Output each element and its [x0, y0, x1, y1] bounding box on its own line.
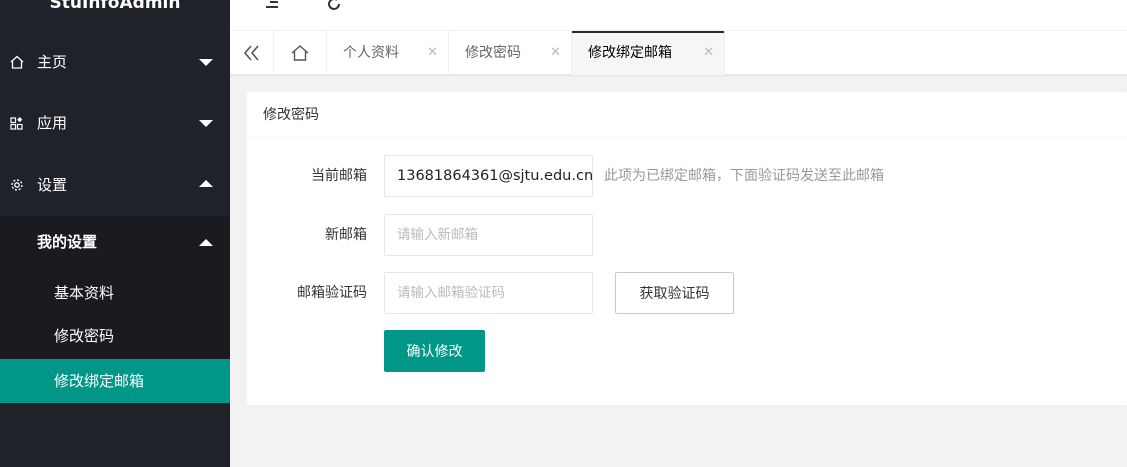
top-header	[230, 0, 1127, 31]
sidebar-item-change-password[interactable]: 修改密码	[0, 314, 230, 358]
sidebar-item-label: 主页	[37, 53, 68, 71]
close-icon[interactable]: ✕	[550, 31, 561, 75]
sidebar-item-label: 修改绑定邮箱	[54, 372, 145, 390]
sidebar-item-apps[interactable]: 应用	[0, 99, 230, 147]
current-email-field[interactable]	[384, 155, 593, 197]
tab-label: 修改绑定邮箱	[588, 45, 672, 61]
sidebar-item-label: 基本资料	[54, 284, 115, 302]
chevron-down-icon	[199, 120, 213, 127]
refresh-icon[interactable]	[322, 0, 346, 16]
form-card: 修改密码 当前邮箱 此项为已绑定邮箱，下面验证码发送至此邮箱 新邮箱 邮箱验证码…	[247, 92, 1127, 405]
sidebar-item-basic-info[interactable]: 基本资料	[0, 271, 230, 315]
card-title: 修改密码	[247, 92, 1127, 138]
menu-toggle-icon[interactable]	[260, 0, 284, 16]
sidebar-item-label: 应用	[37, 114, 68, 132]
sidebar-item-change-email[interactable]: 修改绑定邮箱	[0, 359, 230, 403]
sidebar-group-my-settings[interactable]: 我的设置	[0, 216, 230, 268]
gear-icon	[11, 179, 23, 191]
home-icon	[291, 45, 309, 61]
verification-code-field[interactable]	[384, 272, 593, 314]
apps-icon	[10, 117, 23, 130]
chevron-down-icon	[199, 59, 213, 66]
new-email-label: 新邮箱	[325, 227, 367, 243]
chevron-up-icon	[199, 180, 213, 187]
current-email-hint: 此项为已绑定邮箱，下面验证码发送至此邮箱	[604, 168, 884, 184]
sidebar-group-label: 我的设置	[37, 233, 98, 251]
tab-profile[interactable]: 个人资料 ✕	[327, 31, 449, 75]
get-code-button[interactable]: 获取验证码	[615, 272, 734, 314]
sidebar-item-home[interactable]: 主页	[0, 38, 230, 86]
close-icon[interactable]: ✕	[427, 31, 438, 75]
verification-code-label: 邮箱验证码	[297, 285, 367, 301]
tab-change-email[interactable]: 修改绑定邮箱 ✕	[572, 31, 725, 75]
tab-label: 个人资料	[343, 45, 399, 61]
chevron-up-icon	[199, 239, 213, 246]
current-email-label: 当前邮箱	[311, 168, 367, 184]
sidebar-item-label: 修改密码	[54, 327, 115, 345]
double-chevron-left-icon	[243, 45, 259, 61]
sidebar-item-settings[interactable]: 设置	[0, 161, 230, 209]
home-icon	[10, 55, 24, 69]
tab-change-password[interactable]: 修改密码 ✕	[449, 31, 572, 75]
app-logo-title: StuInfoAdmin	[49, 0, 181, 13]
tab-label: 修改密码	[465, 45, 521, 61]
confirm-change-button[interactable]: 确认修改	[384, 330, 485, 372]
tab-scroll-left-button[interactable]	[230, 31, 274, 75]
tab-home[interactable]	[274, 31, 327, 75]
new-email-field[interactable]	[384, 214, 593, 256]
tab-bar: 个人资料 ✕ 修改密码 ✕ 修改绑定邮箱 ✕	[230, 31, 1127, 75]
settings-submenu: 我的设置 基本资料 修改密码 修改绑定邮箱	[0, 216, 230, 403]
sidebar-item-label: 设置	[37, 176, 68, 194]
close-icon[interactable]: ✕	[703, 31, 714, 75]
sidebar: StuInfoAdmin 主页 应用 设置 我的设置 基本资料 修改密码 修改绑…	[0, 0, 230, 467]
